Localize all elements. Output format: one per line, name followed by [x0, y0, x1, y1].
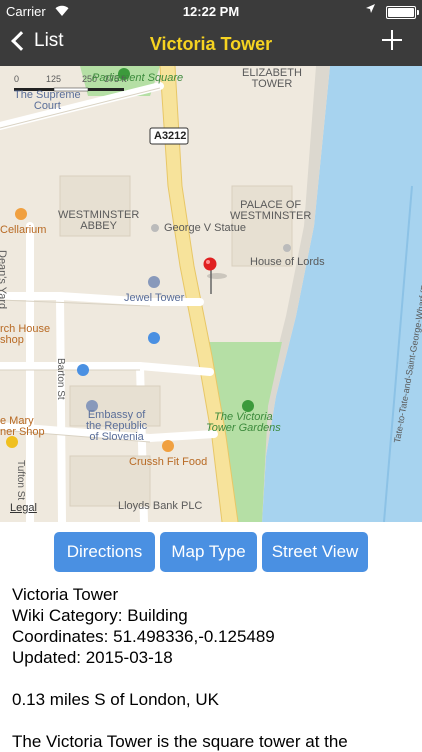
add-button[interactable] — [380, 28, 404, 52]
info-panel: Victoria Tower Wiki Category: Building C… — [12, 584, 412, 752]
label-supreme-court: The Supreme Court — [14, 89, 81, 112]
label-elizabeth-tower: ELIZABETH TOWER — [242, 67, 302, 90]
info-category: Wiki Category: Building — [12, 606, 188, 625]
info-name: Victoria Tower — [12, 585, 119, 604]
map-canvas — [0, 66, 422, 522]
status-bar: Carrier 12:22 PM — [0, 0, 422, 22]
info-coordinates: Coordinates: 51.498336,-0.125489 — [12, 627, 275, 646]
label-barton-st: Barton St — [55, 358, 66, 400]
map-type-button[interactable]: Map Type — [160, 532, 257, 572]
label-parliament-square: Parliament Square — [92, 72, 184, 84]
navigation-bar: List Victoria Tower — [0, 22, 422, 66]
label-house-of-lords: House of Lords — [250, 256, 325, 268]
info-description: The Victoria Tower is the square tower a… — [12, 732, 348, 751]
label-george-v-statue: George V Statue — [164, 222, 246, 234]
status-time: 12:22 PM — [182, 4, 240, 19]
label-slovenia-embassy: Embassy of the Republic of Slovenia — [86, 409, 148, 443]
label-palace-of-westminster: PALACE OF WESTMINSTER — [230, 199, 312, 222]
map-view[interactable]: 0 125 250 375 ft Parliament Square The S… — [0, 66, 422, 522]
directions-button[interactable]: Directions — [54, 532, 155, 572]
page-title: Victoria Tower — [149, 34, 273, 54]
label-mary-shop: e Mary ner Shop — [0, 415, 45, 438]
scale-zero: 0 — [14, 74, 20, 84]
label-crussh: Crussh Fit Food — [129, 456, 208, 468]
label-lloyds-bank: Lloyds Bank PLC — [118, 500, 203, 512]
label-church-house-shop: rch House shop — [0, 323, 51, 346]
label-tufton-st: Tufton St — [15, 460, 26, 501]
label-deans-yard: Dean's Yard — [0, 250, 8, 310]
label-westminster-abbey: WESTMINSTER ABBEY — [58, 209, 140, 232]
label-victoria-tower-gardens: The Victoria Tower Gardens — [206, 411, 281, 434]
info-updated: Updated: 2015-03-18 — [12, 648, 173, 667]
action-buttons: Directions Map Type Street View — [0, 532, 422, 572]
scale-125: 125 — [46, 74, 62, 84]
label-cellarium: Cellarium — [0, 224, 47, 236]
location-arrow-icon — [365, 3, 376, 17]
road-shield-a3212: A3212 — [154, 130, 187, 142]
battery-icon — [386, 6, 419, 19]
street-view-button[interactable]: Street View — [262, 532, 368, 572]
label-jewel-tower: Jewel Tower — [124, 292, 185, 304]
legal-link[interactable]: Legal — [10, 502, 37, 514]
info-distance: 0.13 miles S of London, UK — [12, 690, 219, 709]
